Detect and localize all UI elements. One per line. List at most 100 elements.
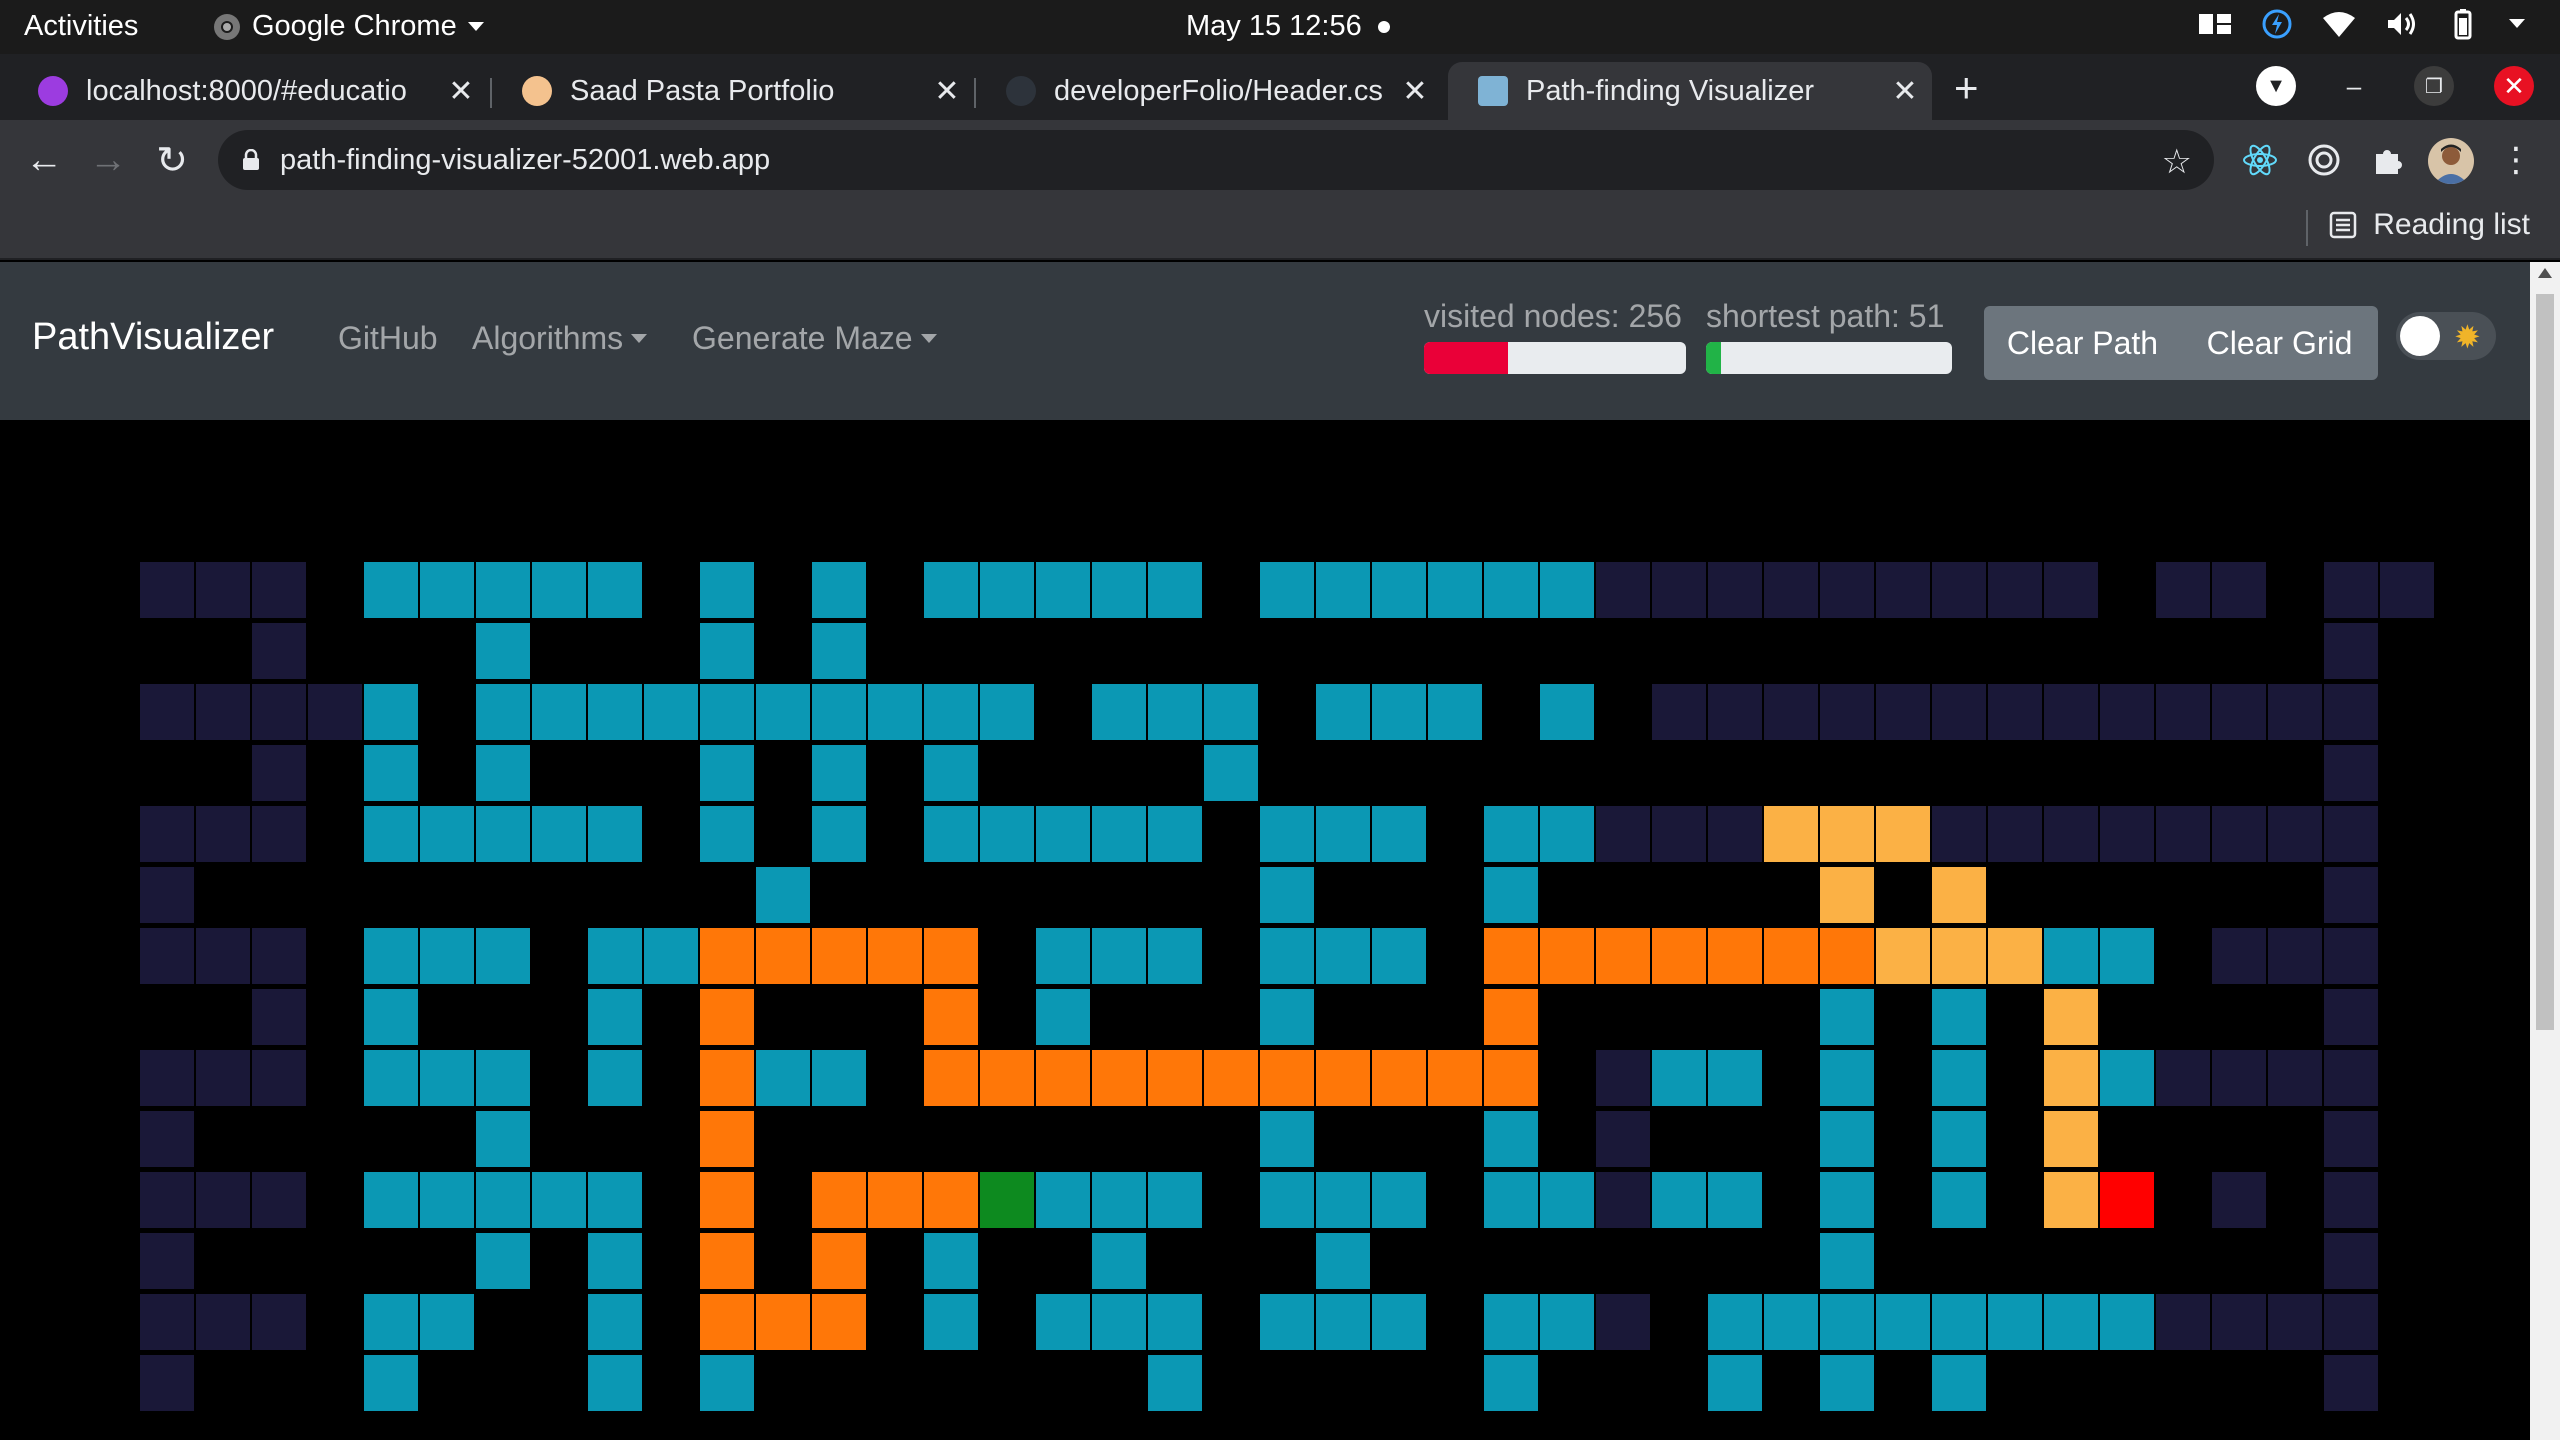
empty-cell[interactable]	[476, 989, 530, 1045]
path-cell[interactable]	[1819, 805, 1875, 863]
visited-cell[interactable]	[1819, 1354, 1875, 1412]
wall-cell[interactable]	[195, 927, 251, 985]
visited-cell[interactable]	[419, 1293, 475, 1351]
empty-cell[interactable]	[140, 745, 194, 801]
visited-cell[interactable]	[1315, 683, 1371, 741]
empty-cell[interactable]	[868, 1355, 922, 1411]
visited-cell[interactable]	[1035, 927, 1091, 985]
empty-cell[interactable]	[1708, 623, 1762, 679]
empty-cell[interactable]	[1092, 1355, 1146, 1411]
wall-cell[interactable]	[1763, 683, 1819, 741]
empty-cell[interactable]	[364, 1111, 418, 1167]
empty-cell[interactable]	[308, 623, 362, 679]
wall-cell[interactable]	[139, 683, 195, 741]
wall-cell[interactable]	[2323, 1110, 2379, 1168]
empty-cell[interactable]	[1764, 1050, 1818, 1106]
empty-cell[interactable]	[364, 623, 418, 679]
empty-cell[interactable]	[924, 867, 978, 923]
visited-cell[interactable]	[587, 1354, 643, 1412]
path-cell[interactable]	[1595, 927, 1651, 985]
forward-icon[interactable]: →	[86, 138, 130, 182]
wall-cell[interactable]	[139, 927, 195, 985]
wall-cell[interactable]	[1651, 561, 1707, 619]
empty-cell[interactable]	[1148, 989, 1202, 1045]
visited-cell[interactable]	[1819, 1049, 1875, 1107]
empty-cell[interactable]	[2100, 562, 2154, 618]
empty-cell[interactable]	[420, 989, 474, 1045]
empty-cell[interactable]	[1036, 867, 1090, 923]
wall-cell[interactable]	[139, 1171, 195, 1229]
visited-cell[interactable]	[1707, 1171, 1763, 1229]
visited-cell[interactable]	[475, 561, 531, 619]
empty-cell[interactable]	[476, 1355, 530, 1411]
empty-cell[interactable]	[2212, 867, 2266, 923]
empty-cell[interactable]	[1932, 623, 1986, 679]
wall-cell[interactable]	[2211, 927, 2267, 985]
wall-cell[interactable]	[139, 1354, 195, 1412]
visited-cell[interactable]	[1315, 1293, 1371, 1351]
empty-cell[interactable]	[308, 1233, 362, 1289]
page-scrollbar[interactable]	[2530, 262, 2560, 1440]
empty-cell[interactable]	[868, 1233, 922, 1289]
empty-cell[interactable]	[812, 989, 866, 1045]
battery-icon[interactable]	[2448, 8, 2478, 40]
visited-cell[interactable]	[587, 683, 643, 741]
visited-cell[interactable]	[587, 1232, 643, 1290]
visited-cell[interactable]	[1091, 805, 1147, 863]
visited-cell[interactable]	[1931, 988, 1987, 1046]
visited-cell[interactable]	[1147, 683, 1203, 741]
visited-cell[interactable]	[1035, 1171, 1091, 1229]
visited-cell[interactable]	[1539, 1171, 1595, 1229]
wall-cell[interactable]	[2267, 1293, 2323, 1351]
empty-cell[interactable]	[2156, 867, 2210, 923]
visited-cell[interactable]	[475, 744, 531, 802]
visited-cell[interactable]	[363, 927, 419, 985]
empty-cell[interactable]	[644, 806, 698, 862]
visited-cell[interactable]	[475, 1232, 531, 1290]
empty-cell[interactable]	[1708, 867, 1762, 923]
wall-cell[interactable]	[1931, 683, 1987, 741]
visited-cell[interactable]	[1483, 1171, 1539, 1229]
empty-cell[interactable]	[1988, 1050, 2042, 1106]
empty-cell[interactable]	[252, 1111, 306, 1167]
wall-cell[interactable]	[139, 1049, 195, 1107]
empty-cell[interactable]	[1316, 867, 1370, 923]
path-cell[interactable]	[1427, 1049, 1483, 1107]
wall-cell[interactable]	[251, 988, 307, 1046]
restore-icon[interactable]: ❐	[2414, 66, 2454, 106]
path-cell[interactable]	[923, 1171, 979, 1229]
empty-cell[interactable]	[532, 1233, 586, 1289]
end-node[interactable]	[2099, 1171, 2155, 1229]
path-cell[interactable]	[1315, 1049, 1371, 1107]
visited-cell[interactable]	[1259, 866, 1315, 924]
empty-cell[interactable]	[980, 623, 1034, 679]
tab-developerfolio[interactable]: developerFolio/Header.cs ✕	[976, 62, 1442, 120]
visited-cell[interactable]	[2099, 927, 2155, 985]
empty-cell[interactable]	[1708, 745, 1762, 801]
visited-cell[interactable]	[1427, 683, 1483, 741]
wall-cell[interactable]	[2323, 744, 2379, 802]
path-cell[interactable]	[811, 1293, 867, 1351]
path-cell[interactable]	[867, 927, 923, 985]
empty-cell[interactable]	[1988, 867, 2042, 923]
visited-cell[interactable]	[699, 1354, 755, 1412]
visited-cell[interactable]	[1259, 805, 1315, 863]
empty-cell[interactable]	[1988, 1111, 2042, 1167]
path-cell[interactable]	[2043, 1171, 2099, 1229]
empty-cell[interactable]	[756, 562, 810, 618]
empty-cell[interactable]	[1260, 684, 1314, 740]
visited-cell[interactable]	[475, 1049, 531, 1107]
empty-cell[interactable]	[140, 623, 194, 679]
path-cell[interactable]	[699, 1049, 755, 1107]
empty-cell[interactable]	[1652, 745, 1706, 801]
path-cell[interactable]	[1707, 927, 1763, 985]
visited-cell[interactable]	[1147, 1354, 1203, 1412]
clear-grid-button[interactable]: Clear Grid	[2181, 306, 2378, 380]
visited-cell[interactable]	[363, 1049, 419, 1107]
wall-cell[interactable]	[1931, 561, 1987, 619]
empty-cell[interactable]	[868, 745, 922, 801]
empty-cell[interactable]	[196, 745, 250, 801]
reload-icon[interactable]: ↻	[150, 138, 194, 182]
wall-cell[interactable]	[1987, 805, 2043, 863]
wall-cell[interactable]	[139, 805, 195, 863]
